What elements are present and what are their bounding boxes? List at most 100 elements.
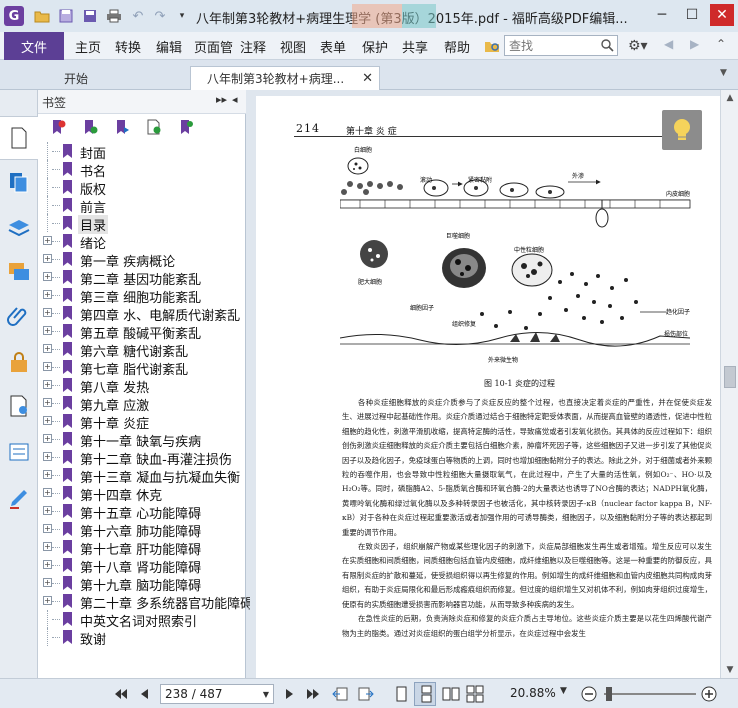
bookmark-item[interactable]: + 第六章 糖代谢紊乱 — [38, 340, 246, 360]
panel-expand-icon[interactable]: ▸▸ — [216, 93, 227, 106]
app-logo-icon[interactable]: G — [4, 6, 24, 26]
attachments-icon[interactable] — [7, 304, 31, 328]
bookmark-item[interactable]: + 第十四章 休克 — [38, 484, 246, 504]
zoom-slider-track[interactable] — [604, 693, 696, 695]
menu-protect[interactable]: 保护 — [362, 37, 388, 56]
undo-icon[interactable]: ↶ — [130, 8, 146, 24]
zoom-in-icon[interactable] — [700, 685, 718, 703]
open-folder-icon[interactable] — [34, 8, 50, 24]
nav-forward-icon[interactable]: ▶ — [690, 37, 699, 51]
expand-toggle-icon[interactable]: + — [43, 524, 52, 533]
first-page-icon[interactable] — [112, 685, 130, 703]
menu-comment[interactable]: 注释 — [240, 37, 266, 56]
bookmark-item[interactable]: + 第二章 基因功能紊乱 — [38, 268, 246, 288]
expand-toggle-icon[interactable]: + — [43, 560, 52, 569]
form-fields-icon[interactable] — [7, 440, 31, 464]
expand-toggle-icon[interactable]: + — [43, 542, 52, 551]
content-search-icon[interactable] — [7, 394, 31, 418]
search-icon[interactable] — [600, 38, 614, 52]
search-input[interactable] — [505, 36, 593, 55]
expand-toggle-icon[interactable]: + — [43, 254, 52, 263]
page-number-input[interactable] — [161, 685, 257, 703]
expand-toggle-icon[interactable]: + — [43, 434, 52, 443]
search-box[interactable] — [504, 35, 618, 56]
expand-toggle-icon[interactable]: + — [43, 326, 52, 335]
bookmark-panel-button[interactable] — [0, 116, 38, 160]
find-folder-icon[interactable] — [484, 38, 500, 54]
bookmark-item[interactable]: + 第五章 酸碱平衡紊乱 — [38, 322, 246, 342]
menu-home[interactable]: 主页 — [75, 37, 101, 56]
menu-form[interactable]: 表单 — [320, 37, 346, 56]
bookmark-item[interactable]: + 第十章 炎症 — [38, 412, 246, 432]
next-page-icon[interactable] — [280, 685, 298, 703]
page-dropdown-icon[interactable]: ▼ — [263, 690, 269, 699]
pages-thumbnail-icon[interactable] — [7, 170, 31, 194]
security-lock-icon[interactable] — [7, 350, 31, 374]
expand-toggle-icon[interactable]: + — [43, 362, 52, 371]
signature-pen-icon[interactable] — [7, 486, 31, 510]
next-view-icon[interactable] — [356, 685, 374, 703]
menu-help[interactable]: 帮助 — [444, 37, 470, 56]
save-as-icon[interactable] — [82, 8, 98, 24]
bookmark-item[interactable]: 中英文名词对照索引 — [38, 610, 246, 630]
bookmark-item[interactable]: 目录 — [38, 214, 246, 234]
vertical-scrollbar[interactable]: ▲ ▼ — [720, 90, 738, 678]
bookmark-item[interactable]: + 第十二章 缺血-再灌注损伤 — [38, 448, 246, 468]
bookmark-item[interactable]: + 第十五章 心功能障碍 — [38, 502, 246, 522]
expand-toggle-icon[interactable]: + — [43, 344, 52, 353]
expand-toggle-icon[interactable]: + — [43, 470, 52, 479]
maximize-button[interactable]: ☐ — [680, 4, 704, 26]
zoom-slider-thumb[interactable] — [606, 687, 612, 701]
bookmark-item[interactable]: + 第一章 疾病概论 — [38, 250, 246, 270]
layers-icon[interactable] — [7, 216, 31, 240]
minimize-button[interactable]: ─ — [650, 4, 674, 26]
last-page-icon[interactable] — [304, 685, 322, 703]
zoom-level[interactable]: 20.88% — [510, 686, 556, 700]
expand-toggle-icon[interactable]: + — [43, 398, 52, 407]
tab-start[interactable]: 开始 — [48, 66, 188, 90]
menu-share[interactable]: 共享 — [402, 37, 428, 56]
comments-icon[interactable] — [7, 260, 31, 284]
document-viewport[interactable]: 214 第十章 炎 症 白细胞 滚动 紧密黏附 外渗 内皮细胞 肥大细胞 巨噬细… — [250, 90, 720, 678]
bookmark-item[interactable]: 版权 — [38, 178, 246, 198]
bookmark-item[interactable]: + 第四章 水、电解质代谢紊乱 — [38, 304, 246, 324]
customize-toolbar-icon[interactable]: ▾ — [174, 8, 190, 24]
menu-convert[interactable]: 转换 — [115, 37, 141, 56]
expand-toggle-icon[interactable]: + — [43, 596, 52, 605]
panel-collapse-icon[interactable]: ◂ — [232, 93, 238, 106]
menu-view[interactable]: 视图 — [280, 37, 306, 56]
expand-toggle-icon[interactable]: + — [43, 272, 52, 281]
bookmark-item[interactable]: + 第八章 发热 — [38, 376, 246, 396]
scroll-thumb[interactable] — [724, 366, 736, 388]
expand-toggle-icon[interactable]: + — [43, 236, 52, 245]
previous-page-icon[interactable] — [136, 685, 154, 703]
scroll-down-arrow-icon[interactable]: ▼ — [721, 662, 738, 678]
facing-view-icon[interactable] — [442, 685, 460, 703]
bookmark-item[interactable]: + 第十一章 缺氧与疾病 — [38, 430, 246, 450]
settings-gear-icon[interactable]: ⚙▾ — [628, 38, 652, 54]
print-icon[interactable] — [106, 8, 122, 24]
expand-toggle-icon[interactable]: + — [43, 452, 52, 461]
close-window-button[interactable]: ✕ — [710, 4, 734, 26]
page-number-field[interactable]: ▼ — [160, 684, 274, 704]
menu-edit[interactable]: 编辑 — [156, 37, 182, 56]
expand-toggle-icon[interactable]: + — [43, 290, 52, 299]
redo-icon[interactable]: ↷ — [152, 8, 168, 24]
zoom-out-icon[interactable] — [580, 685, 598, 703]
bookmark-item[interactable]: + 第十九章 脑功能障碍 — [38, 574, 246, 594]
delete-bookmark-icon[interactable] — [50, 119, 66, 135]
continuous-facing-view-icon[interactable] — [466, 685, 484, 703]
new-page-bookmark-icon[interactable] — [146, 119, 162, 135]
continuous-view-button[interactable] — [414, 682, 436, 706]
bookmark-item[interactable]: 致谢 — [38, 628, 246, 648]
collapse-ribbon-icon[interactable]: ⌃ — [716, 37, 726, 51]
bookmark-item[interactable]: 封面 — [38, 142, 246, 162]
tips-lightbulb-button[interactable] — [662, 110, 702, 150]
bookmark-item[interactable]: + 绪论 — [38, 232, 246, 252]
bookmark-item[interactable]: + 第十七章 肝功能障碍 — [38, 538, 246, 558]
tab-list-dropdown-icon[interactable]: ▼ — [720, 68, 727, 78]
bookmark-item[interactable]: + 第十八章 肾功能障碍 — [38, 556, 246, 576]
expand-bookmark-icon[interactable] — [178, 119, 194, 135]
nav-back-icon[interactable]: ◀ — [664, 37, 673, 51]
previous-view-icon[interactable] — [332, 685, 350, 703]
